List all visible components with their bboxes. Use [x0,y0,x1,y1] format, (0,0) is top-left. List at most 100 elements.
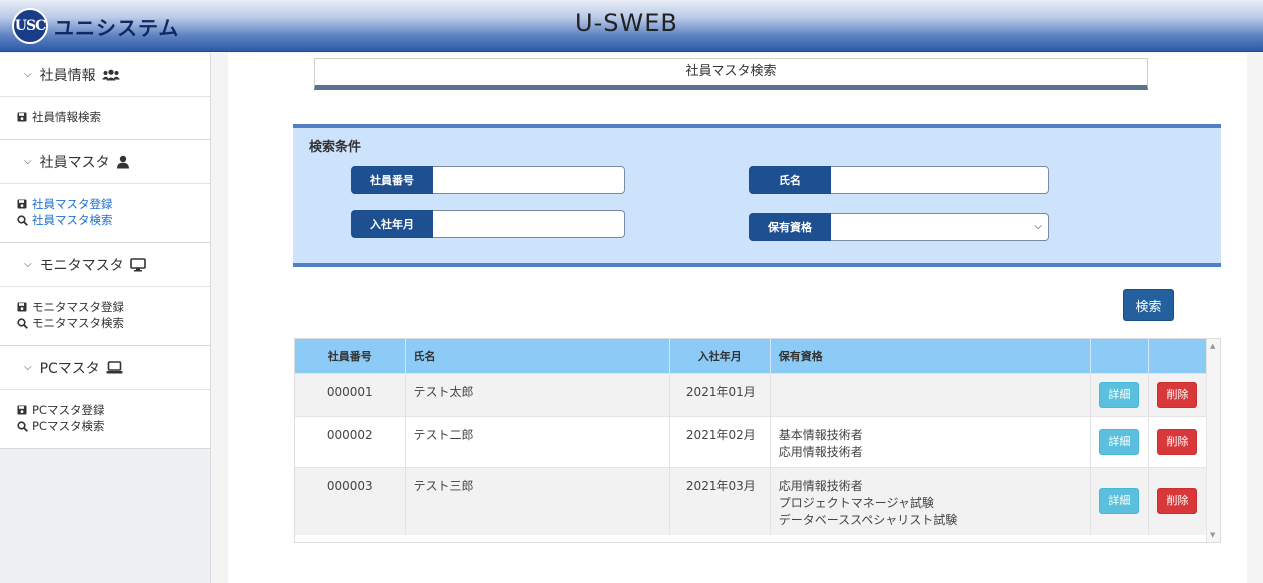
sidebar-header-label: モニタマスタ [39,257,124,274]
save-icon [16,405,28,415]
qualification-line: 応用情報技術者 [778,444,863,459]
search-button[interactable]: 検索 [1123,289,1174,321]
sidebar-group-employee-info: ⌵ 社員情報 社員情報検索 [0,53,210,140]
sidebar-links: PCマスタ登録 PCマスタ検索 [0,390,210,448]
sidebar-item-label: 社員情報検索 [32,110,101,124]
cell-name: テスト二郎 [405,415,670,467]
join-date-field: 入社年月 [351,210,625,238]
results-table: 社員番号 氏名 入社年月 保有資格 000001 テスト太郎 2021年01月 … [294,338,1221,543]
employee-no-label: 社員番号 [351,166,433,194]
sidebar-item-monitor-master-search[interactable]: モニタマスタ検索 [16,315,210,331]
sidebar-item-label: モニタマスタ登録 [32,300,124,314]
join-date-label: 入社年月 [351,210,433,238]
sidebar-item-pc-master-register[interactable]: PCマスタ登録 [16,402,210,418]
scroll-down-icon[interactable]: ▼ [1210,531,1215,539]
qualification-label: 保有資格 [749,213,831,241]
cell-qualification [770,372,1091,416]
qualification-line: データベーススペシャリスト試験 [778,512,958,527]
sidebar-header-monitor-master[interactable]: ⌵ モニタマスタ [0,243,210,287]
qualification-select[interactable]: ⌵ [831,213,1049,241]
name-label: 氏名 [749,166,831,194]
sidebar-header-employee-master[interactable]: ⌵ 社員マスタ [0,140,210,184]
qualification-field: 保有資格 ⌵ [749,213,1049,241]
users-icon [101,69,120,81]
detail-button[interactable]: 詳細 [1099,381,1140,408]
table-row: 000001 テスト太郎 2021年01月 詳細 削除 [295,372,1208,416]
sidebar-header-label: 社員情報 [39,67,96,84]
qualification-line: 応用情報技術者 [778,478,863,493]
delete-button[interactable]: 削除 [1157,381,1198,408]
detail-button[interactable]: 詳細 [1099,488,1140,515]
employee-no-input[interactable] [433,166,625,194]
monitor-icon [129,257,146,272]
column-header-name[interactable]: 氏名 [405,339,670,373]
sidebar: ⌵ 社員情報 社員情報検索 ⌵ 社員マスタ 社員マスタ登録 社員マスタ検索 ⌵ … [0,53,211,583]
logo-mark: USC [12,8,48,44]
column-header-delete [1148,339,1208,373]
chevron-down-icon: ⌵ [24,69,32,80]
company-logo[interactable]: USC ユニシステム [12,8,179,44]
sidebar-item-pc-master-search[interactable]: PCマスタ検索 [16,418,210,434]
column-header-qualification[interactable]: 保有資格 [770,339,1091,373]
app-header: USC ユニシステム U-SWEB [0,0,1263,52]
sidebar-item-label: PCマスタ登録 [32,403,105,417]
sidebar-header-employee-info[interactable]: ⌵ 社員情報 [0,53,210,97]
cell-delete: 削除 [1148,415,1208,467]
sidebar-group-employee-master: ⌵ 社員マスタ 社員マスタ登録 社員マスタ検索 [0,140,210,243]
chevron-down-icon: ⌵ [24,362,32,373]
sidebar-group-pc-master: ⌵ PCマスタ PCマスタ登録 PCマスタ検索 [0,346,210,449]
table-row: 000002 テスト二郎 2021年02月 基本情報技術者 応用情報技術者 詳細… [295,415,1208,467]
sidebar-item-employee-master-search[interactable]: 社員マスタ検索 [16,212,210,228]
sidebar-item-employee-info-search[interactable]: 社員情報検索 [16,109,210,125]
user-icon [116,155,130,169]
sidebar-links: 社員マスタ登録 社員マスタ検索 [0,184,210,242]
cell-join-date: 2021年03月 [669,466,771,535]
sidebar-item-employee-master-register[interactable]: 社員マスタ登録 [16,196,210,212]
cell-join-date: 2021年01月 [669,372,771,416]
column-header-employee-no[interactable]: 社員番号 [295,339,406,373]
save-icon [16,112,28,122]
laptop-icon [106,361,123,374]
table-row: 000003 テスト三郎 2021年03月 応用情報技術者 プロジェクトマネージ… [295,466,1208,535]
name-input[interactable] [831,166,1049,194]
scroll-up-icon[interactable]: ▲ [1210,342,1215,350]
sidebar-item-label: PCマスタ検索 [32,419,105,433]
sidebar-group-monitor-master: ⌵ モニタマスタ モニタマスタ登録 モニタマスタ検索 [0,243,210,346]
sidebar-item-monitor-master-register[interactable]: モニタマスタ登録 [16,299,210,315]
employee-no-field: 社員番号 [351,166,625,194]
sidebar-item-label: 社員マスタ検索 [32,213,113,227]
search-panel-title: 検索条件 [309,140,362,155]
chevron-down-icon: ⌵ [24,259,32,270]
cell-detail: 詳細 [1090,372,1149,416]
sidebar-header-pc-master[interactable]: ⌵ PCマスタ [0,346,210,390]
cell-name: テスト三郎 [405,466,670,535]
qualification-line: 基本情報技術者 [778,427,863,442]
cell-qualification: 基本情報技術者 応用情報技術者 [770,415,1091,467]
search-panel: 検索条件 社員番号 氏名 入社年月 保有資格 ⌵ [293,124,1221,267]
sidebar-links: 社員情報検索 [0,97,210,139]
sidebar-item-label: モニタマスタ検索 [32,316,124,330]
cell-qualification: 応用情報技術者 プロジェクトマネージャ試験 データベーススペシャリスト試験 [770,466,1091,535]
cell-detail: 詳細 [1090,415,1149,467]
page-title: 社員マスタ検索 [314,58,1148,90]
qualification-line: プロジェクトマネージャ試験 [778,495,934,510]
detail-button[interactable]: 詳細 [1099,428,1140,455]
table-scrollbar[interactable]: ▲ ▼ [1206,339,1220,542]
join-date-input[interactable] [433,210,625,238]
sidebar-header-label: 社員マスタ [39,154,110,171]
search-icon [16,317,28,329]
delete-button[interactable]: 削除 [1157,488,1198,515]
sidebar-item-label: 社員マスタ登録 [32,197,113,211]
column-header-detail [1090,339,1149,373]
column-header-join-date[interactable]: 入社年月 [669,339,771,373]
search-icon [16,420,28,432]
delete-button[interactable]: 削除 [1157,428,1198,455]
chevron-down-icon: ⌵ [1034,221,1042,232]
cell-delete: 削除 [1148,466,1208,535]
cell-detail: 詳細 [1090,466,1149,535]
main-content: 社員マスタ検索 検索条件 社員番号 氏名 入社年月 保有資格 ⌵ 検索 社員番号… [228,53,1247,583]
cell-employee-no: 000001 [295,372,406,416]
cell-delete: 削除 [1148,372,1208,416]
sidebar-header-label: PCマスタ [39,360,100,377]
search-icon [16,214,28,226]
